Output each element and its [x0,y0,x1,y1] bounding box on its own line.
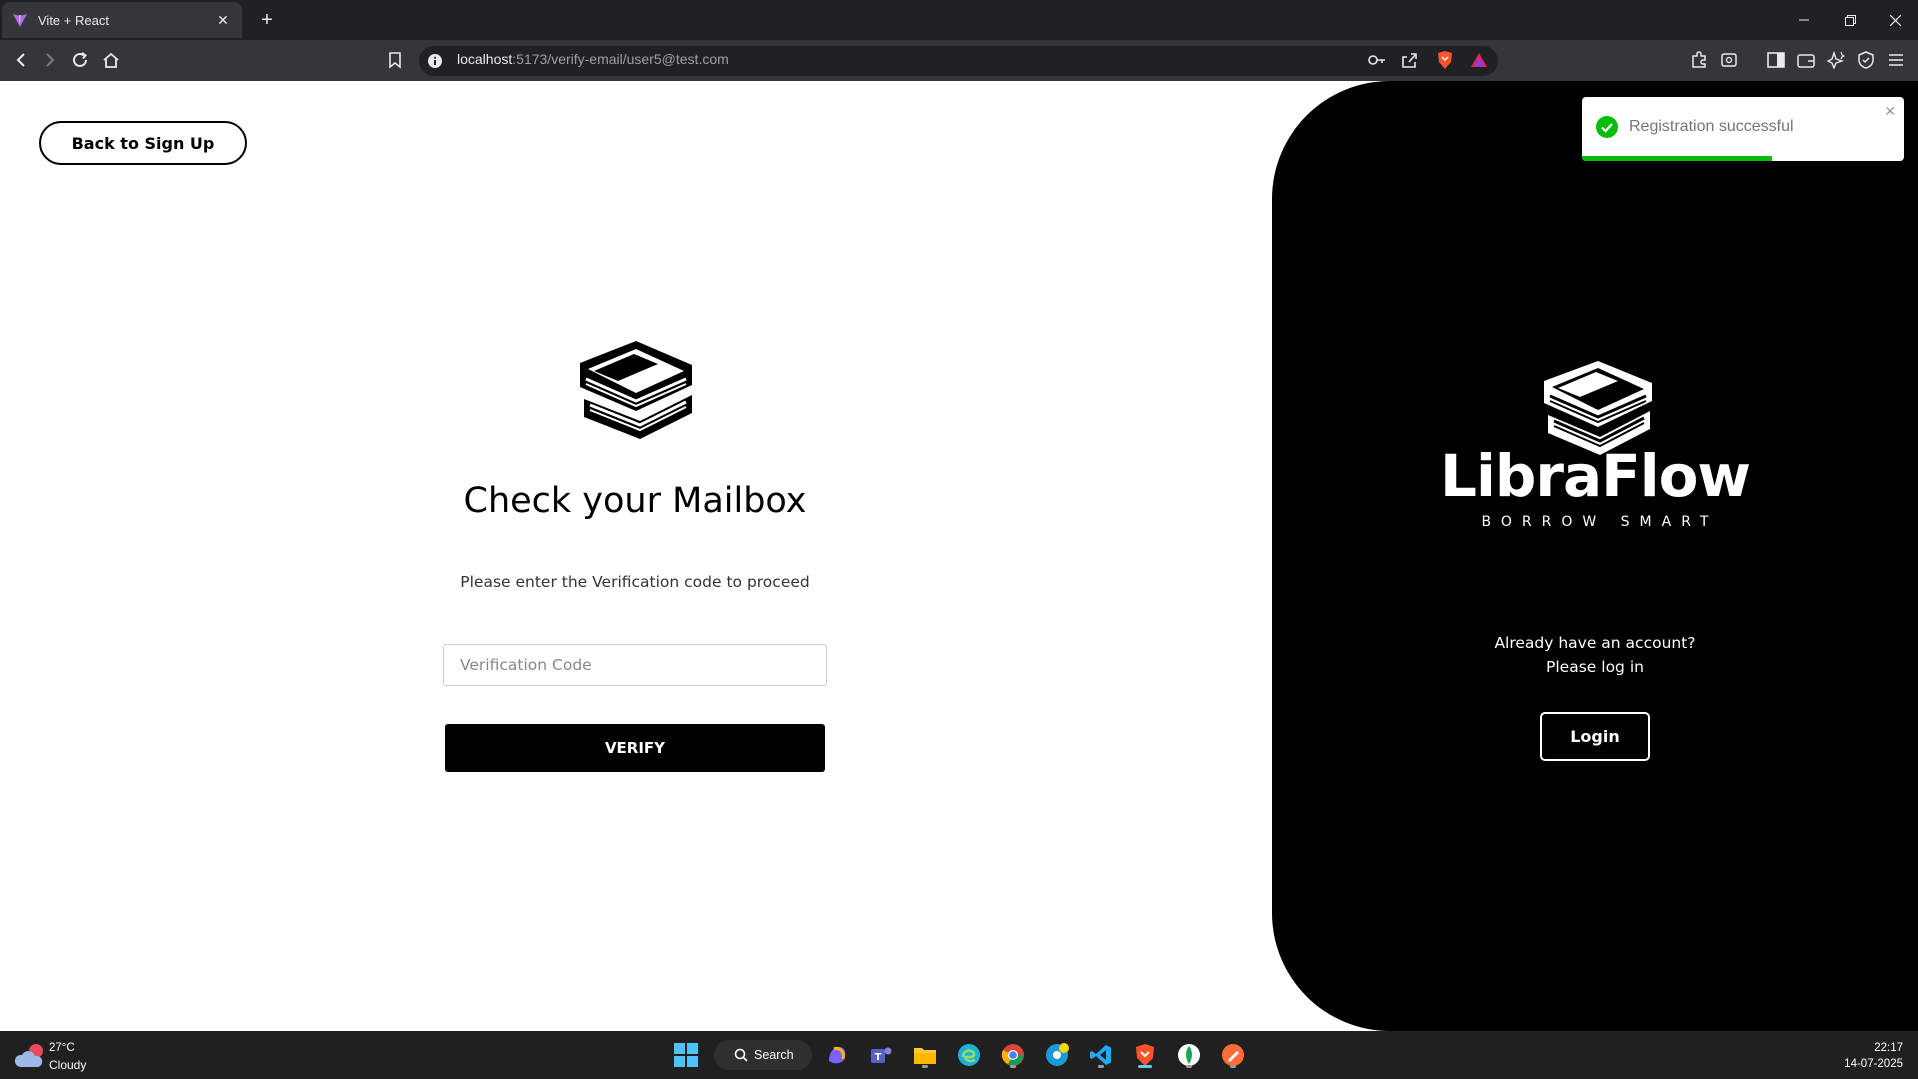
temperature: 27°C [49,1042,75,1054]
vpn-shield-icon[interactable] [1854,48,1878,72]
wallet-icon[interactable] [1794,48,1818,72]
vite-icon [13,14,27,27]
leo-ai-icon[interactable] [1824,48,1848,72]
toast-progress-bar [1582,156,1904,161]
brand-tagline: BORROW SMART [1481,514,1719,530]
chrome-profile-icon[interactable] [1041,1039,1073,1071]
running-indicator [1230,1065,1236,1068]
url-host: localhost [457,51,513,67]
copilot-icon[interactable] [821,1039,853,1071]
books-logo-icon [580,341,692,439]
page-title: Check your Mailbox [463,481,807,521]
search-icon [734,1048,748,1062]
running-indicator [922,1065,928,1068]
cloudy-weather-icon [14,1044,43,1067]
tab-strip: Vite + React ✕ + [0,0,1918,40]
postman-icon[interactable] [1217,1039,1249,1071]
vscode-icon[interactable] [1085,1039,1117,1071]
chrome-icon[interactable] [997,1039,1029,1071]
weather-condition: Cloudy [49,1058,87,1072]
new-tab-icon[interactable]: + [255,8,279,32]
running-indicator [1010,1065,1016,1068]
running-indicator [1098,1065,1104,1068]
browser-tab[interactable]: Vite + React ✕ [2,2,242,38]
brave-rewards-icon[interactable] [1467,48,1491,72]
close-toast-icon[interactable]: ✕ [1884,103,1896,120]
restore-icon[interactable] [1827,0,1873,40]
home-icon[interactable] [99,48,123,72]
running-indicator [1186,1065,1192,1068]
reload-icon[interactable] [68,48,92,72]
login-prompt-line2: Please log in [1546,658,1644,676]
toast-message: Registration successful [1629,118,1794,135]
weather-widget[interactable]: 27°C Cloudy [14,1039,104,1073]
url-text[interactable]: localhost:5173/verify-email/user5@test.c… [457,51,729,67]
back-arrow-icon[interactable] [9,48,33,72]
teams-icon[interactable]: T [865,1039,897,1071]
extensions-icon[interactable] [1687,48,1711,72]
system-clock[interactable]: 22:17 14-07-2025 [1844,1040,1903,1072]
windows-taskbar: 27°C Cloudy Search T 22:17 14-07-2025 [0,1031,1918,1079]
login-prompt-line1: Already have an account? [1494,634,1696,652]
tab-search-icon[interactable] [1717,48,1741,72]
verification-code-input[interactable] [443,644,827,686]
clock-time: 22:17 [1874,1042,1903,1054]
tab-title: Vite + React [38,12,109,28]
svg-text:T: T [875,1052,882,1063]
clock-date: 14-07-2025 [1844,1058,1903,1070]
login-prompt: Already have an account? Please log in [1272,631,1918,679]
sidebar-icon[interactable] [1764,48,1788,72]
brand-panel: LibraFlow BORROW SMART Already have an a… [1272,81,1918,1031]
bookmark-icon[interactable] [383,48,407,72]
url-path: :5173/verify-email/user5@test.com [512,51,729,67]
search-label: Search [754,1048,794,1062]
instruction-text: Please enter the Verification code to pr… [460,573,810,591]
password-key-icon[interactable] [1365,48,1389,72]
site-info-icon[interactable] [427,53,443,69]
file-explorer-icon[interactable] [909,1039,941,1071]
edge-icon[interactable] [953,1039,985,1071]
check-circle-icon [1596,116,1618,138]
back-to-signup-button[interactable]: Back to Sign Up [39,121,247,165]
success-toast[interactable]: Registration successful ✕ [1582,97,1904,161]
close-window-icon[interactable] [1872,0,1918,40]
forward-arrow-icon[interactable] [38,48,62,72]
login-button[interactable]: Login [1540,712,1650,761]
active-indicator [1138,1065,1152,1068]
minimize-icon[interactable] [1781,0,1827,40]
close-tab-icon[interactable]: ✕ [214,11,232,29]
mongodb-compass-icon[interactable] [1173,1039,1205,1071]
windows-start-icon[interactable] [670,1039,702,1071]
brave-browser-icon[interactable] [1129,1039,1161,1071]
menu-icon[interactable] [1884,48,1908,72]
brave-shields-icon[interactable] [1433,48,1457,72]
libraflow-books-icon [1544,361,1652,455]
share-icon[interactable] [1397,48,1421,72]
brand-name: LibraFlow [1439,442,1751,510]
taskbar-search[interactable]: Search [714,1040,812,1070]
verify-email-page: Back to Sign Up Check your Mailbox Pleas… [0,81,1918,1031]
verify-button[interactable]: VERIFY [445,724,825,772]
toast-progress-fill [1582,156,1772,161]
